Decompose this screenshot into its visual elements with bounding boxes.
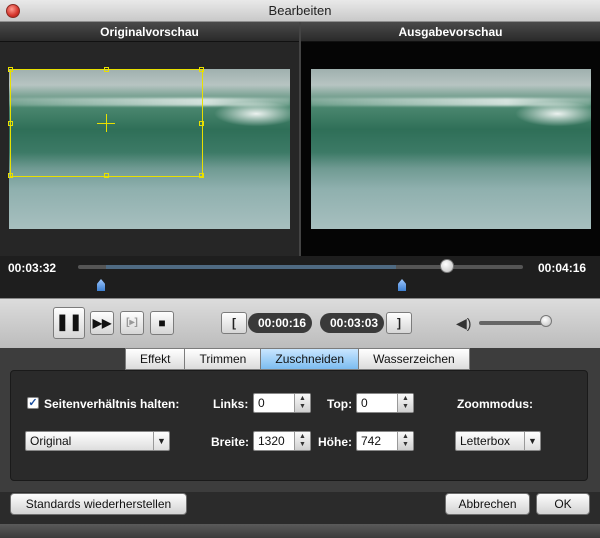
tab-effekt[interactable]: Effekt — [125, 348, 186, 370]
crop-handle-bottom-right[interactable] — [199, 173, 204, 178]
play-selection-button[interactable]: [▸] — [120, 311, 144, 335]
output-preview-header: Ausgabevorschau — [301, 22, 600, 42]
chevron-down-icon: ▼ — [524, 432, 540, 450]
trim-end-marker[interactable] — [398, 279, 406, 291]
cancel-button[interactable]: Abbrechen — [445, 493, 530, 515]
keep-ratio-label: Seitenverhältnis halten: — [44, 397, 180, 411]
crop-selection-box[interactable] — [8, 67, 204, 178]
top-label: Top: — [327, 397, 353, 411]
links-field[interactable]: 0 ▲ ▼ — [253, 393, 311, 413]
original-preview-pane — [0, 42, 299, 256]
tab-trimmen[interactable]: Trimmen — [185, 348, 262, 370]
forward-button[interactable]: ▶▶ — [90, 311, 114, 335]
zoom-mode-label: Zoommodus: — [457, 397, 533, 411]
trim-range — [106, 265, 396, 269]
crop-handle-left[interactable] — [8, 121, 13, 126]
set-start-button[interactable]: [ — [221, 312, 247, 334]
height-label: Höhe: — [318, 435, 352, 449]
crop-settings-panel: ✓ Seitenverhältnis halten: Links: 0 ▲ ▼ T… — [10, 370, 588, 481]
width-label: Breite: — [211, 435, 250, 449]
set-end-button[interactable]: ] — [386, 312, 412, 334]
height-stepper[interactable]: ▲ ▼ — [397, 432, 413, 450]
top-stepper[interactable]: ▲ ▼ — [397, 394, 413, 412]
total-time: 00:04:16 — [538, 261, 587, 275]
width-field[interactable]: 1320 ▲ ▼ — [253, 431, 311, 451]
output-preview-pane — [301, 42, 600, 256]
original-preview-header: Originalvorschau — [0, 22, 299, 42]
links-stepper[interactable]: ▲ ▼ — [294, 394, 310, 412]
playback-controls: ❚❚ ▶▶ [▸] ■ [ 00:00:16 00:03:03 ] ◀) — [0, 298, 600, 348]
stop-button[interactable]: ■ — [150, 311, 174, 335]
tab-zuschneiden[interactable]: Zuschneiden — [261, 348, 360, 370]
title-bar[interactable]: Bearbeiten — [0, 0, 600, 22]
zoom-mode-select[interactable]: Letterbox ▼ — [455, 431, 541, 451]
preview-area: Originalvorschau Ausgabevorschau — [0, 22, 600, 256]
playhead-scrubber[interactable] — [440, 259, 454, 273]
restore-defaults-button[interactable]: Standards wiederherstellen — [10, 493, 187, 515]
ok-button[interactable]: OK — [536, 493, 590, 515]
volume-slider[interactable] — [479, 321, 547, 325]
close-button[interactable] — [6, 4, 20, 18]
crop-handle-right[interactable] — [199, 121, 204, 126]
height-field[interactable]: 742 ▲ ▼ — [356, 431, 414, 451]
end-time-display: 00:03:03 — [320, 313, 384, 333]
edit-window: Bearbeiten Originalvorschau Ausgabevorsc… — [0, 0, 600, 538]
crop-handle-top-right[interactable] — [199, 67, 204, 72]
crop-handle-bottom-left[interactable] — [8, 173, 13, 178]
top-field[interactable]: 0 ▲ ▼ — [356, 393, 414, 413]
zoom-mode-value: Letterbox — [460, 434, 511, 448]
window-title: Bearbeiten — [268, 3, 332, 18]
crop-center-crosshair-vertical — [106, 114, 107, 132]
links-value: 0 — [258, 396, 265, 410]
timeline-track[interactable] — [78, 265, 523, 269]
timeline: 00:03:32 00:04:16 — [0, 256, 600, 298]
settings-area: Effekt Trimmen Zuschneiden Wasserzeichen… — [0, 348, 600, 492]
aspect-ratio-value: Original — [30, 434, 72, 448]
top-value: 0 — [361, 396, 368, 410]
keep-ratio-checkbox[interactable]: ✓ — [27, 397, 39, 409]
output-video-frame — [311, 69, 591, 229]
pause-button[interactable]: ❚❚ — [53, 307, 85, 339]
volume-slider-knob[interactable] — [540, 315, 552, 327]
links-label: Links: — [213, 397, 249, 411]
crop-handle-top[interactable] — [104, 67, 109, 72]
chevron-down-icon: ▼ — [153, 432, 169, 450]
window-footer — [0, 524, 600, 538]
tab-wasserzeichen[interactable]: Wasserzeichen — [359, 348, 470, 370]
crop-handle-top-left[interactable] — [8, 67, 13, 72]
trim-start-marker[interactable] — [97, 279, 105, 291]
crop-handle-bottom[interactable] — [104, 173, 109, 178]
volume-icon: ◀) — [456, 315, 472, 331]
start-time-display: 00:00:16 — [248, 313, 312, 333]
width-value: 1320 — [258, 434, 285, 448]
width-stepper[interactable]: ▲ ▼ — [294, 432, 310, 450]
height-value: 742 — [361, 434, 382, 448]
aspect-ratio-select[interactable]: Original ▼ — [25, 431, 170, 451]
tab-bar: Effekt Trimmen Zuschneiden Wasserzeichen — [125, 348, 470, 370]
current-time: 00:03:32 — [8, 261, 57, 275]
